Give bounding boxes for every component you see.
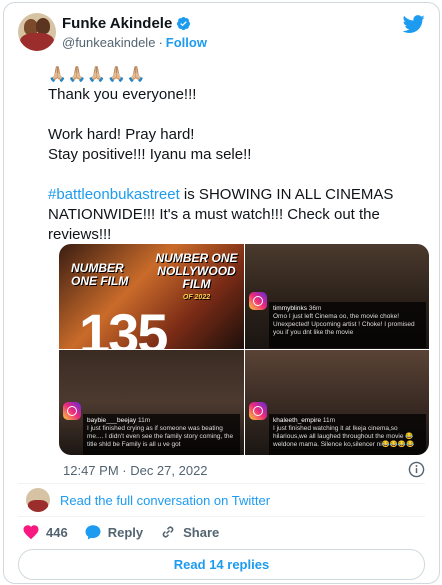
comment-user: khaleeth_empire (273, 417, 322, 424)
read-conversation-text[interactable]: Read the full conversation on Twitter (60, 493, 270, 508)
author-handle-line: @funkeakindele · Follow (62, 35, 207, 50)
big-number: 135 (79, 302, 168, 350)
share-button[interactable]: Share (159, 523, 219, 541)
comment-overlay: khaleeth_empire 11m I just finished watc… (269, 414, 426, 455)
reply-label: Reply (107, 524, 144, 540)
instagram-icon (63, 402, 81, 420)
media-image-3[interactable]: baybie___beejay 11m I just finished cryi… (59, 350, 244, 455)
like-count: 446 (46, 524, 68, 540)
author-name-line: Funke Akindele (62, 15, 191, 32)
tweet-line-work-hard: Work hard! Pray hard! Stay positive!!! I… (48, 126, 252, 163)
heart-icon (23, 525, 39, 540)
media-image-4[interactable]: khaleeth_empire 11m I just finished watc… (245, 350, 429, 455)
read-replies-button[interactable]: Read 14 replies (18, 549, 425, 580)
comment-user: baybie___beejay (87, 417, 137, 424)
instagram-icon (249, 402, 267, 420)
comment-text: I just finished watching it at Ikeja cin… (273, 425, 415, 448)
comment-overlay: baybie___beejay 11m I just finished cryi… (83, 414, 240, 455)
instagram-icon (249, 292, 267, 310)
tweet-line-cinemas: #battleonbukastreet is SHOWING IN ALL CI… (48, 185, 428, 245)
nollywood-title: NUMBER ONE NOLLYWOOD FILM (155, 251, 238, 291)
divider (18, 516, 425, 517)
hashtag-link[interactable]: #battleonbukastreet (48, 186, 180, 203)
comment-text: I just finished crying as if someone was… (87, 425, 234, 448)
info-icon[interactable] (408, 461, 425, 478)
tweet-header: Funke Akindele @funkeakindele · Follow (18, 13, 425, 57)
tweet-timestamp[interactable]: 12:47 PM · Dec 27, 2022 (63, 463, 208, 478)
praying-hands-emojis: 🙏🏼🙏🏼🙏🏼🙏🏼🙏🏼 (48, 66, 147, 83)
twitter-bird-icon[interactable] (403, 13, 425, 35)
comment-overlay: timmyblinks 36m Omo I just left Cinema o… (269, 302, 426, 348)
author-avatar[interactable] (18, 13, 56, 51)
follow-button[interactable]: Follow (166, 35, 207, 50)
author-avatar-small (26, 488, 50, 512)
divider (18, 483, 425, 484)
tweet-text: 🙏🏼🙏🏼🙏🏼🙏🏼🙏🏼 Thank you everyone!!! Work ha… (48, 65, 428, 245)
comment-time: 11m (137, 417, 151, 424)
comment-text: Omo I just left Cinema oo, the movie cho… (273, 313, 415, 336)
reply-button[interactable]: Reply (84, 523, 143, 541)
reply-bubble-icon (85, 525, 101, 540)
media-grid[interactable]: NUMBER ONE FILM NUMBER ONE NOLLYWOOD FIL… (59, 244, 429, 455)
media-image-2[interactable]: timmyblinks 36m Omo I just left Cinema o… (245, 244, 429, 349)
like-button[interactable]: 446 (22, 523, 68, 541)
read-replies-label: Read 14 replies (173, 557, 270, 572)
verified-badge-icon (177, 16, 191, 31)
media-image-1[interactable]: NUMBER ONE FILM NUMBER ONE NOLLYWOOD FIL… (59, 244, 244, 349)
read-conversation-link[interactable]: Read the full conversation on Twitter (26, 488, 270, 512)
comment-time: 36m (308, 305, 322, 312)
tweet-card: Funke Akindele @funkeakindele · Follow 🙏… (3, 2, 440, 584)
tweet-line-thanks: Thank you everyone!!! (48, 86, 197, 103)
tweet-actions: 446 Reply Share (22, 523, 219, 541)
comment-user: timmyblinks (273, 305, 307, 312)
comment-time: 11m (322, 417, 336, 424)
author-handle[interactable]: @funkeakindele (62, 35, 155, 50)
number-one-film-text: NUMBER ONE FILM (71, 261, 129, 288)
number-one-nollywood-text: NUMBER ONE NOLLYWOOD FILM OF 2022 (149, 252, 244, 304)
author-name[interactable]: Funke Akindele (62, 15, 172, 32)
share-link-icon (162, 526, 174, 538)
separator-dot: · (158, 35, 163, 50)
share-label: Share (183, 524, 220, 540)
